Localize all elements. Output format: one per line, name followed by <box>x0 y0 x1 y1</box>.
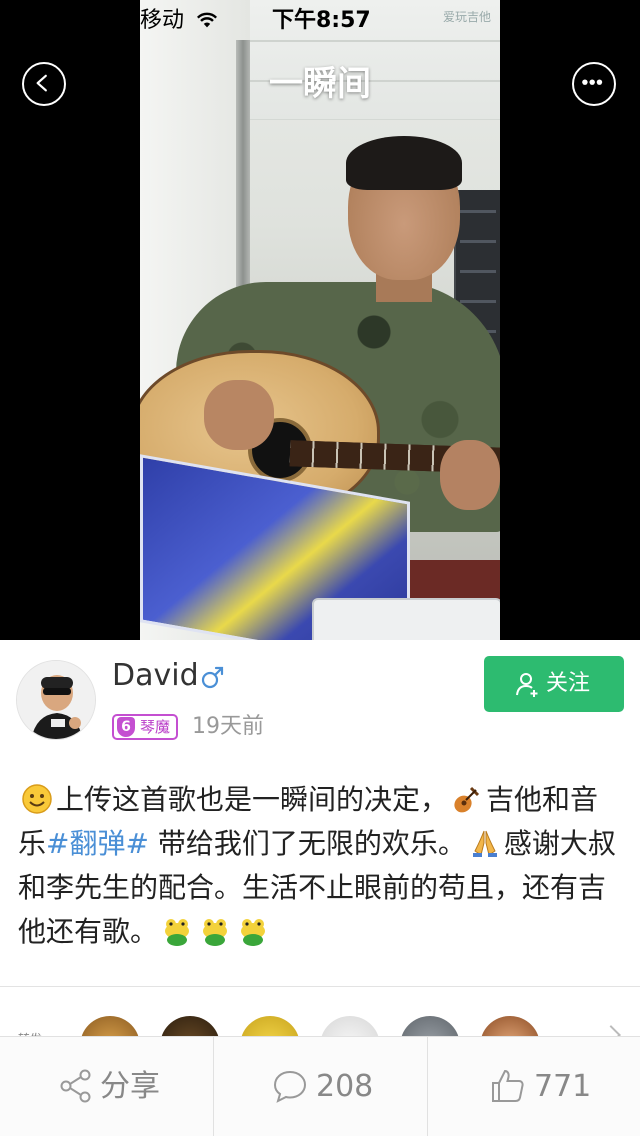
follow-label: 关注 <box>546 671 591 696</box>
hashtag-link[interactable]: #翻弹# <box>46 827 149 860</box>
follow-button[interactable]: 关注 <box>484 656 624 712</box>
comment-icon <box>273 1070 307 1103</box>
post-text-part1: 上传这首歌也是一瞬间的决定， <box>56 783 449 816</box>
level-number: 6 <box>117 717 135 737</box>
video-watermark: 爱玩吉他 <box>443 10 492 24</box>
avatar-image <box>17 661 95 739</box>
page-title: 一瞬间 <box>269 64 371 104</box>
post-text-part3: 带给我们了无限的欢乐。 <box>148 827 466 860</box>
thumbs-up-icon <box>492 1069 524 1102</box>
chevron-left-icon <box>36 74 47 92</box>
level-badge: 6 琴魔 <box>112 714 179 740</box>
pray-emoji-icon <box>472 830 497 857</box>
frog-emoji-icon <box>203 919 228 946</box>
frog-emoji-icon <box>165 919 190 946</box>
like-button[interactable]: 771 <box>427 1037 640 1136</box>
user-name[interactable]: David <box>112 656 199 696</box>
rack-line <box>460 240 496 243</box>
video-scene-line <box>250 40 500 42</box>
back-button[interactable] <box>22 62 66 106</box>
likes-count: 771 <box>534 1069 592 1104</box>
comments-count: 208 <box>316 1069 374 1104</box>
post-time: 19天前 <box>192 714 264 739</box>
video-scene-hand <box>440 440 500 510</box>
status-time: 下午8:57 <box>272 8 371 33</box>
more-horizontal-icon <box>582 79 603 85</box>
guitar-emoji-icon <box>454 786 480 813</box>
video-scene-box <box>312 598 500 640</box>
rack-line <box>460 270 496 273</box>
wifi-icon <box>196 12 218 28</box>
male-icon <box>201 666 224 689</box>
bottom-action-bar: 分享 208 771 <box>0 1036 640 1136</box>
video-scene-hand <box>204 380 274 450</box>
frog-emoji-icon <box>241 919 266 946</box>
rack-line <box>460 300 496 303</box>
add-user-icon <box>516 673 538 697</box>
smile-emoji-icon <box>22 784 52 814</box>
video-scene-person-hair <box>346 136 462 190</box>
share-button[interactable]: 分享 <box>0 1037 213 1136</box>
comment-button[interactable]: 208 <box>213 1037 426 1136</box>
post-text: 上传这首歌也是一瞬间的决定， 吉他和音乐#翻弹# 带给我们了无限的欢乐。 感谢大… <box>18 778 624 954</box>
video-player[interactable]: 移动 下午8:57 爱玩吉他 一瞬间 <box>0 0 640 640</box>
status-carrier: 移动 <box>140 8 185 33</box>
section-divider <box>0 986 640 987</box>
share-icon <box>60 1069 91 1103</box>
share-label: 分享 <box>100 1069 160 1104</box>
avatar[interactable] <box>16 660 96 740</box>
more-button[interactable] <box>572 62 616 106</box>
rack-line <box>460 210 496 213</box>
level-title: 琴魔 <box>140 718 171 736</box>
